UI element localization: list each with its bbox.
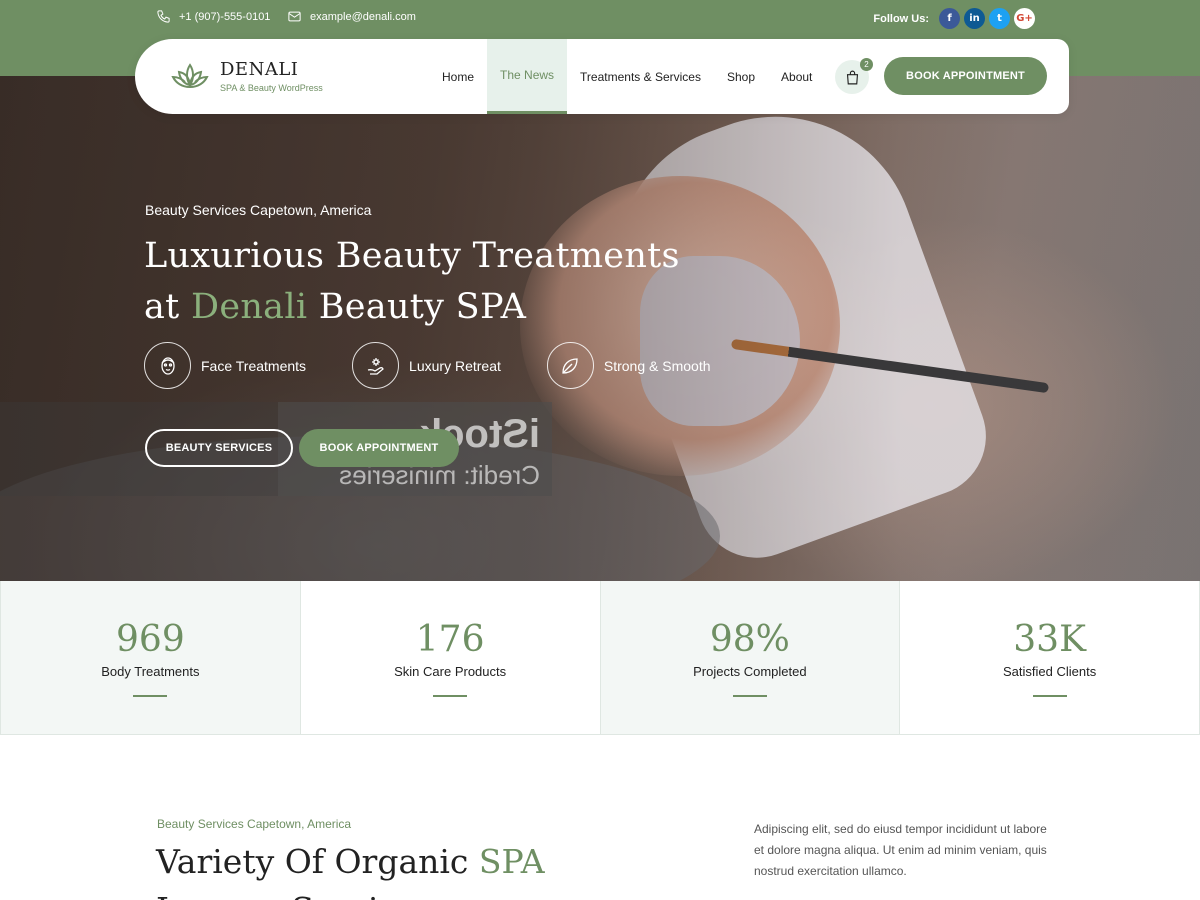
stats-strip: 969 Body Treatments 176 Skin Care Produc… bbox=[0, 581, 1200, 735]
nav-the-news[interactable]: The News bbox=[487, 39, 568, 114]
cart-count-badge: 2 bbox=[860, 58, 873, 71]
hero-title-post: Beauty SPA bbox=[307, 287, 527, 327]
header-book-appointment-button[interactable]: BOOK APPOINTMENT bbox=[884, 57, 1047, 95]
face-icon bbox=[144, 342, 191, 389]
stat-skin-care-products: 176 Skin Care Products bbox=[301, 581, 601, 734]
section-title: Variety Of Organic SPA Lounge Services bbox=[156, 838, 716, 900]
nav-about[interactable]: About bbox=[768, 39, 825, 114]
main-header: DENALI SPA & Beauty WordPress Home The N… bbox=[135, 39, 1069, 114]
social-links: Follow Us: f in t G+ bbox=[873, 8, 1035, 29]
section-title-line2: Lounge Services bbox=[156, 890, 434, 900]
stat-value: 176 bbox=[415, 619, 485, 660]
brand-tagline: SPA & Beauty WordPress bbox=[220, 83, 323, 93]
feature-luxury-retreat[interactable]: Luxury Retreat bbox=[352, 342, 501, 389]
stat-projects-completed: 98% Projects Completed bbox=[600, 581, 901, 734]
leaf-icon bbox=[546, 342, 594, 389]
brand-name: DENALI bbox=[220, 59, 299, 80]
hero-kicker: Beauty Services Capetown, America bbox=[145, 202, 372, 218]
mail-icon bbox=[288, 11, 301, 22]
section-description: Adipiscing elit, sed do eiusd tempor inc… bbox=[754, 822, 1047, 878]
lotus-icon bbox=[171, 63, 209, 88]
flower-hand-icon bbox=[352, 342, 400, 389]
stat-value: 969 bbox=[116, 619, 185, 660]
stat-label: Projects Completed bbox=[693, 664, 807, 679]
hero-title: Luxurious Beauty Treatments at Denali Be… bbox=[144, 231, 680, 333]
facebook-icon[interactable]: f bbox=[939, 8, 960, 29]
stat-divider bbox=[732, 695, 767, 697]
google-plus-icon[interactable]: G+ bbox=[1014, 8, 1035, 29]
hero-title-pre: at bbox=[144, 287, 191, 327]
stat-value: 98% bbox=[709, 619, 790, 660]
brand-logo[interactable]: DENALI SPA & Beauty WordPress bbox=[170, 59, 323, 93]
stat-label: Satisfied Clients bbox=[1003, 664, 1097, 679]
stat-satisfied-clients: 33K Satisfied Clients bbox=[900, 581, 1200, 734]
shopping-bag-icon bbox=[846, 70, 858, 84]
section-title-pre: Variety Of Organic bbox=[156, 842, 479, 881]
hero-book-appointment-button[interactable]: BOOK APPOINTMENT bbox=[299, 429, 459, 467]
stat-label: Body Treatments bbox=[101, 664, 200, 679]
section-title-accent: SPA bbox=[478, 842, 545, 881]
feature-strong-smooth[interactable]: Strong & Smooth bbox=[546, 342, 711, 389]
hero-title-accent: Denali bbox=[190, 287, 308, 327]
phone-text: +1 (907)-555-0101 bbox=[179, 10, 271, 23]
brand-text: DENALI SPA & Beauty WordPress bbox=[220, 59, 323, 93]
phone-icon bbox=[157, 10, 170, 23]
feature-label: Strong & Smooth bbox=[603, 357, 711, 374]
stat-body-treatments: 969 Body Treatments bbox=[0, 581, 301, 734]
phone-contact[interactable]: +1 (907)-555-0101 bbox=[156, 9, 270, 24]
feature-face-treatments[interactable]: Face Treatments bbox=[144, 342, 306, 389]
hero-features: Face Treatments Luxury Retreat Strong & … bbox=[144, 342, 757, 389]
nav-home[interactable]: Home bbox=[429, 39, 487, 114]
email-text: example@denali.com bbox=[310, 10, 416, 23]
nav-treatments-services[interactable]: Treatments & Services bbox=[567, 39, 714, 114]
feature-label: Luxury Retreat bbox=[409, 357, 501, 374]
hero-banner: iStock Credit: miniseries Beauty Service… bbox=[0, 76, 1200, 581]
beauty-services-button[interactable]: BEAUTY SERVICES bbox=[145, 429, 293, 467]
stat-divider bbox=[433, 695, 468, 697]
main-nav: Home The News Treatments & Services Shop… bbox=[429, 39, 825, 114]
feature-label: Face Treatments bbox=[201, 357, 307, 374]
email-contact[interactable]: example@denali.com bbox=[287, 9, 416, 24]
hero-title-line1: Luxurious Beauty Treatments bbox=[144, 236, 680, 276]
linkedin-icon[interactable]: in bbox=[964, 8, 985, 29]
stat-divider bbox=[1032, 695, 1067, 697]
follow-label: Follow Us: bbox=[873, 12, 929, 25]
stat-label: Skin Care Products bbox=[394, 664, 507, 679]
stat-divider bbox=[133, 695, 168, 697]
section-kicker: Beauty Services Capetown, America bbox=[157, 817, 352, 831]
nav-shop[interactable]: Shop bbox=[714, 39, 768, 114]
twitter-icon[interactable]: t bbox=[989, 8, 1010, 29]
cart-button[interactable]: 2 bbox=[835, 58, 873, 94]
stat-value: 33K bbox=[1013, 619, 1086, 660]
